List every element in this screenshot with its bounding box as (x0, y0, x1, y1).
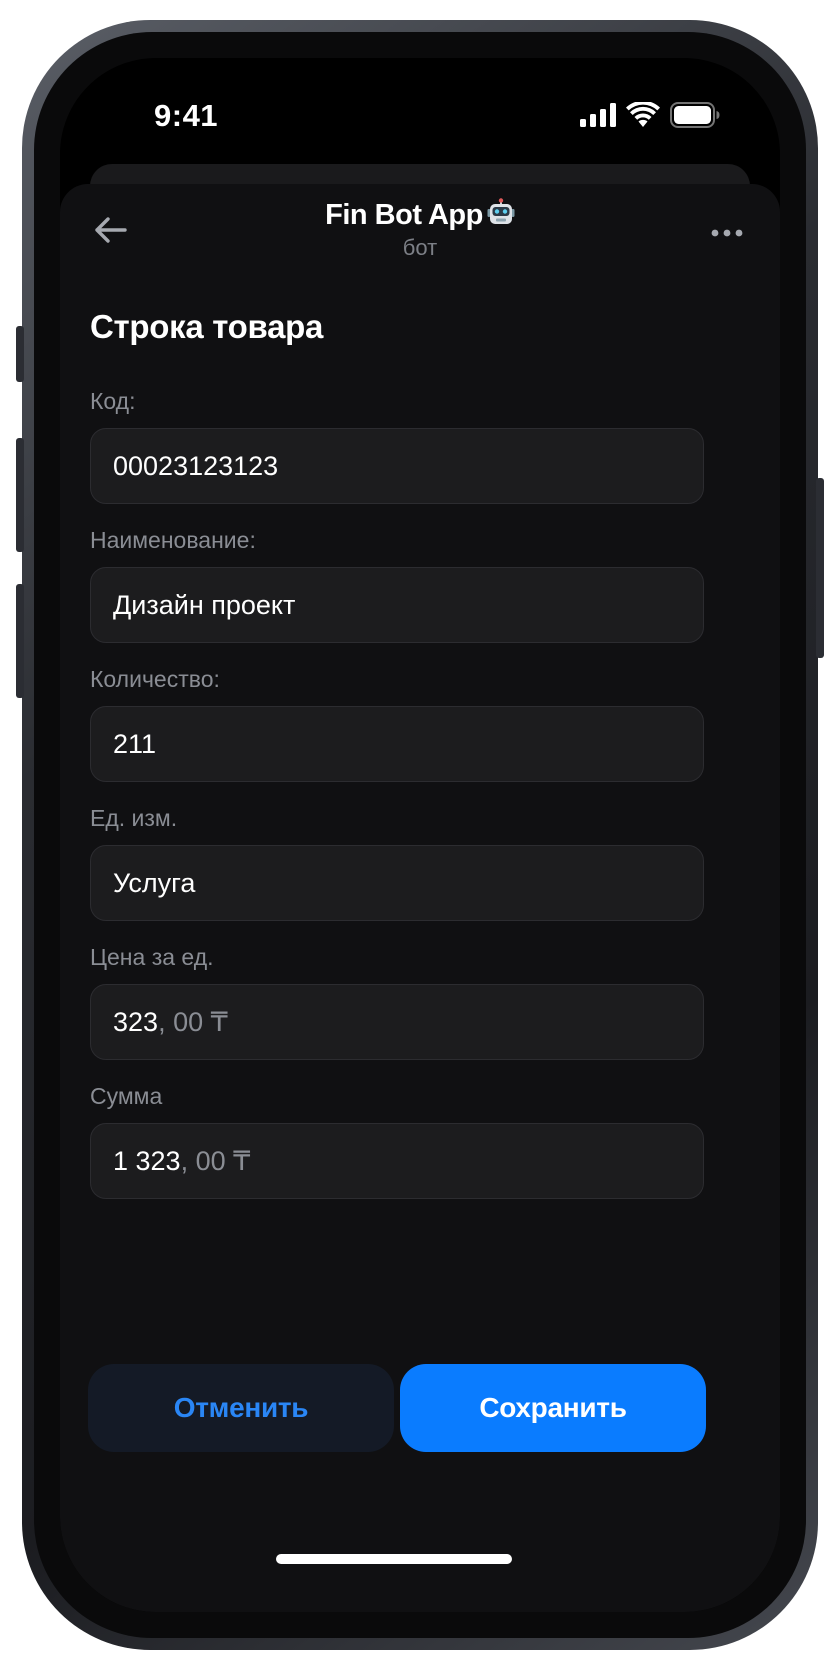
side-button-power (816, 478, 824, 658)
price-label: Цена за ед. (90, 944, 214, 970)
sum-label: Сумма (90, 1083, 163, 1109)
quantity-value: 211 (113, 728, 157, 759)
code-value: 00023123123 (113, 450, 279, 481)
name-value: Дизайн проект (113, 589, 296, 620)
header-subtitle: бот (402, 235, 438, 260)
arrow-left-icon (93, 216, 127, 249)
back-button[interactable] (88, 210, 132, 254)
form-title: Строка товара (90, 308, 324, 345)
wifi-icon (626, 100, 660, 133)
code-label: Код: (90, 388, 136, 414)
side-button-volume-up (16, 438, 24, 552)
cancel-button[interactable]: Отменить (88, 1364, 394, 1452)
cellular-signal-icon (580, 103, 616, 132)
unit-value: Услуга (113, 867, 196, 898)
code-field[interactable]: 00023123123 (90, 428, 704, 504)
home-indicator[interactable] (276, 1554, 512, 1564)
more-button[interactable] (704, 218, 750, 248)
header-title: Fin Bot App (325, 199, 483, 231)
price-field[interactable]: 323, 00 ₸ (90, 984, 704, 1060)
save-button[interactable]: Сохранить (400, 1364, 706, 1452)
battery-icon (670, 102, 720, 133)
screen: 9:41 Fin Bot App бот Строка товара Код: … (60, 58, 780, 1612)
more-horizontal-icon (711, 224, 743, 242)
header-title-row: Fin Bot App (220, 198, 620, 232)
status-icons (580, 100, 720, 133)
price-value: 323 (113, 1006, 159, 1037)
quantity-label: Количество: (90, 666, 220, 692)
sum-field[interactable]: 1 323, 00 ₸ (90, 1123, 704, 1199)
bottom-sheet: Fin Bot App бот Строка товара Код: 00023… (60, 184, 780, 1612)
name-label: Наименование: (90, 527, 256, 553)
name-field[interactable]: Дизайн проект (90, 567, 704, 643)
unit-field[interactable]: Услуга (90, 845, 704, 921)
side-button-silent (16, 326, 24, 382)
sum-value-suffix: , 00 ₸ (180, 1145, 251, 1176)
header: Fin Bot App бот (60, 184, 780, 284)
status-time: 9:41 (154, 98, 219, 133)
side-button-volume-down (16, 584, 24, 698)
quantity-field[interactable]: 211 (90, 706, 704, 782)
header-title-group: Fin Bot App бот (220, 198, 620, 261)
sum-value: 1 323 (113, 1145, 181, 1176)
price-value-suffix: , 00 ₸ (158, 1006, 228, 1037)
unit-label: Ед. изм. (90, 805, 178, 831)
robot-icon (487, 198, 515, 226)
